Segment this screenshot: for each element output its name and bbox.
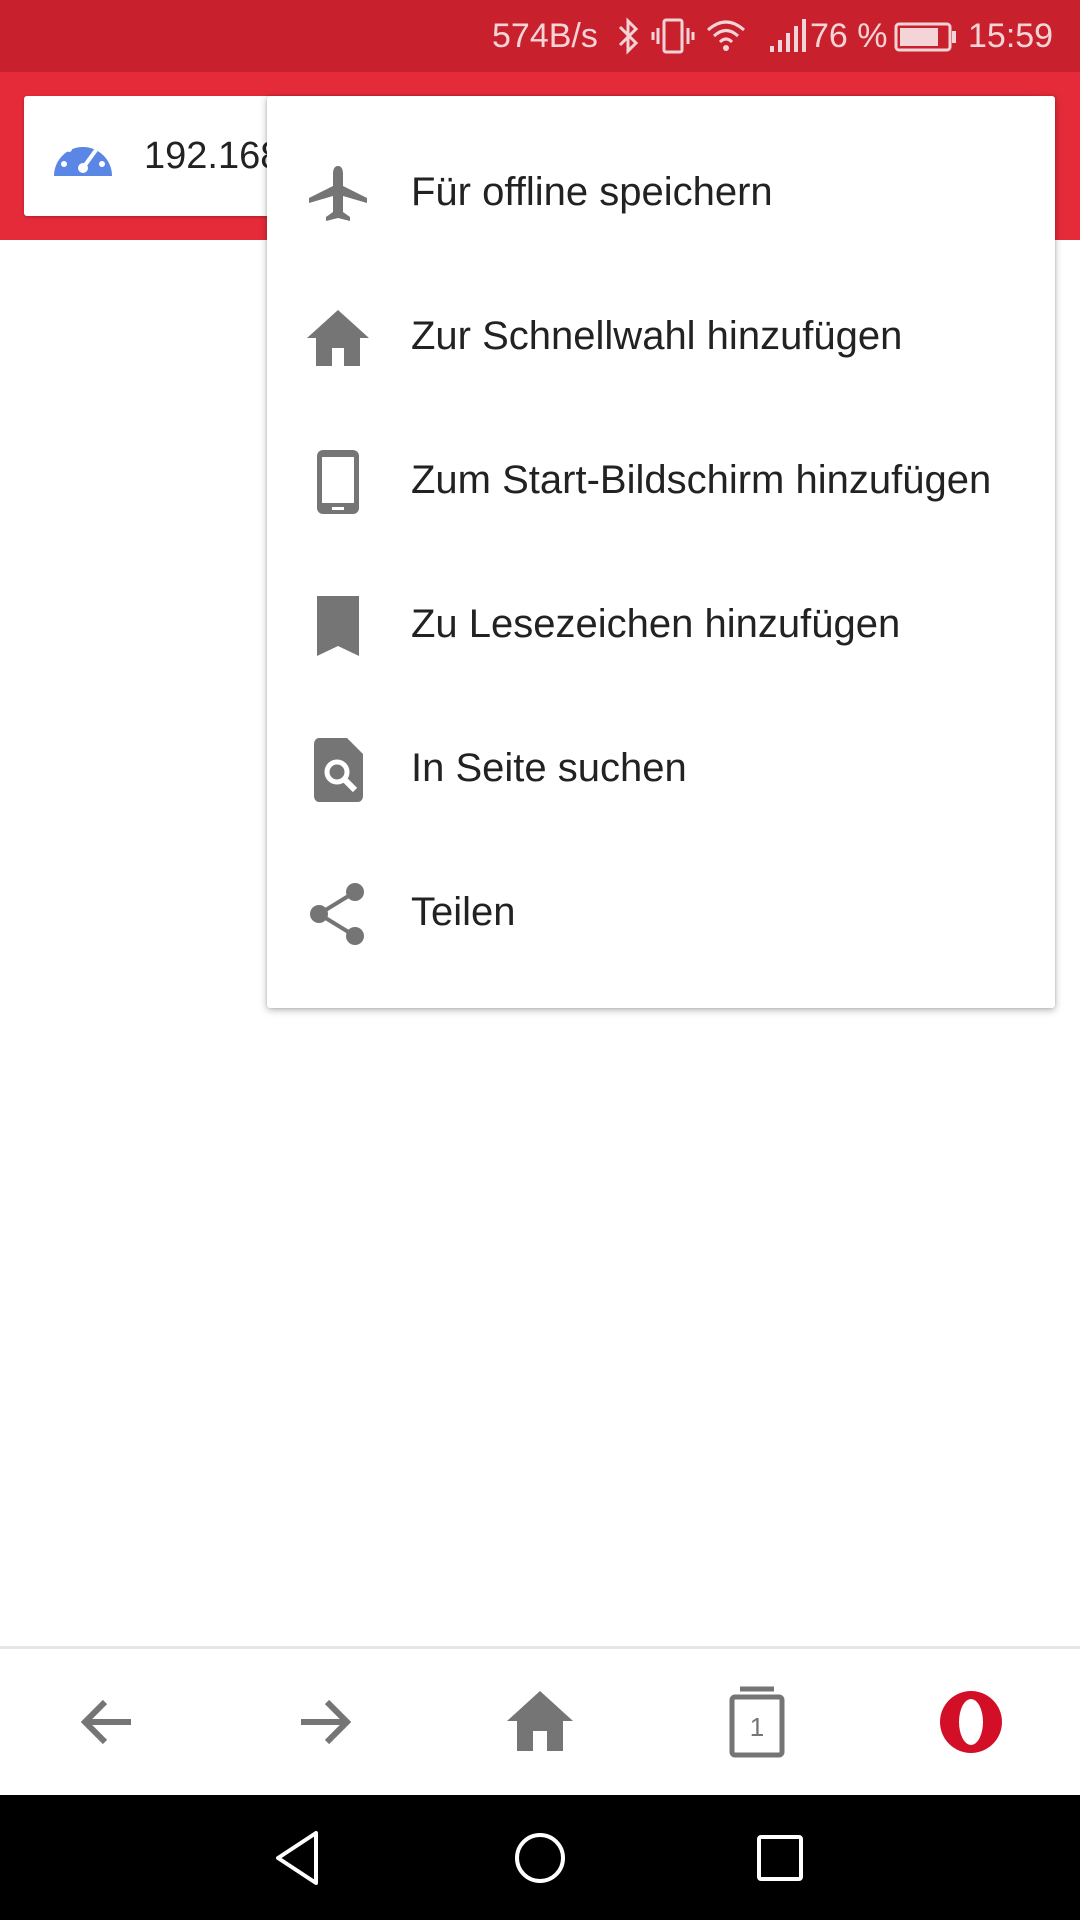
phone-icon [317, 450, 359, 514]
page-options-menu: Für offline speichern Zur Schnellwahl hi… [267, 96, 1055, 1008]
vibrate-icon [651, 18, 695, 54]
menu-item-speed-dial[interactable]: Zur Schnellwahl hinzufügen [267, 264, 1055, 408]
status-bar: 574B/s 76 % 15:59 [0, 0, 1080, 72]
home-icon[interactable] [503, 1685, 577, 1759]
menu-item-label: Zur Schnellwahl hinzufügen [411, 314, 903, 358]
menu-item-share[interactable]: Teilen [267, 840, 1055, 984]
tabs-button[interactable]: 1 [720, 1685, 794, 1759]
battery-icon [894, 22, 956, 52]
system-navigation-bar [0, 1795, 1080, 1920]
recents-square-icon[interactable] [745, 1823, 815, 1893]
speedometer-icon [54, 138, 112, 176]
bottom-navigation: 1 [0, 1649, 1080, 1795]
forward-arrow-icon[interactable] [287, 1685, 361, 1759]
menu-item-save-offline[interactable]: Für offline speichern [267, 120, 1055, 264]
home-circle-icon[interactable] [505, 1823, 575, 1893]
bookmark-icon [317, 596, 359, 656]
menu-item-home-screen[interactable]: Zum Start-Bildschirm hinzufügen [267, 408, 1055, 552]
menu-item-label: In Seite suchen [411, 746, 687, 790]
back-arrow-icon[interactable] [71, 1685, 145, 1759]
menu-item-label: Zu Lesezeichen hinzufügen [411, 602, 901, 646]
tab-count: 1 [749, 1712, 765, 1742]
find-in-page-icon [314, 738, 363, 802]
battery-percent: 76 % [810, 17, 888, 55]
menu-item-find-in-page[interactable]: In Seite suchen [267, 696, 1055, 840]
menu-item-bookmark[interactable]: Zu Lesezeichen hinzufügen [267, 552, 1055, 696]
menu-item-label: Teilen [411, 890, 516, 934]
cellular-signal-icon [770, 19, 806, 52]
network-speed: 574B/s [492, 17, 598, 55]
menu-item-label: Zum Start-Bildschirm hinzufügen [411, 458, 992, 502]
back-triangle-icon[interactable] [264, 1823, 334, 1893]
wifi-icon [707, 20, 745, 51]
bluetooth-icon [618, 17, 639, 55]
clock: 15:59 [968, 17, 1054, 55]
menu-item-label: Für offline speichern [411, 170, 773, 214]
opera-menu-icon[interactable] [934, 1685, 1008, 1759]
share-icon [310, 883, 364, 945]
home-icon [307, 310, 369, 366]
airplane-icon [309, 166, 367, 221]
